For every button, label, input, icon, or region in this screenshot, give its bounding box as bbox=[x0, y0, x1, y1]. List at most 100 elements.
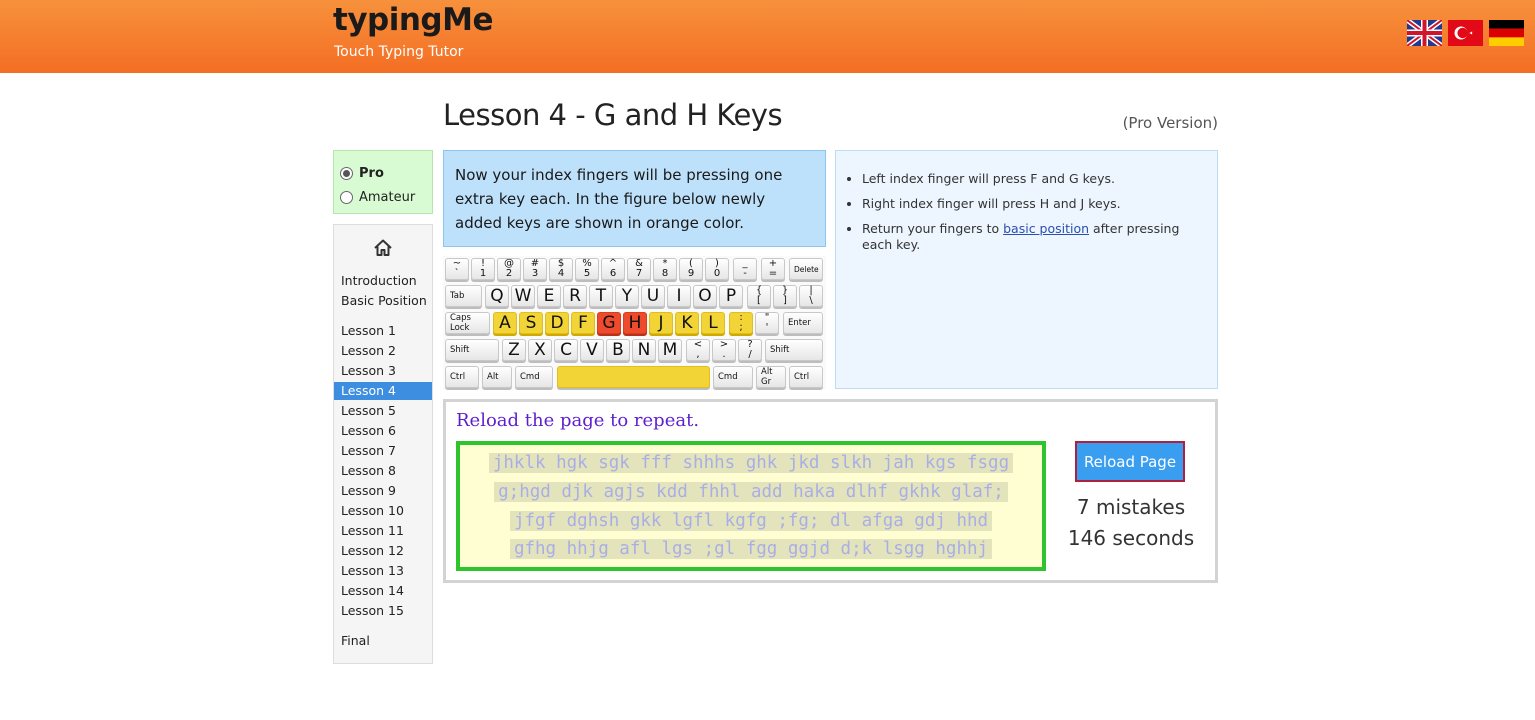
sidebar-item-lesson-9[interactable]: Lesson 9 bbox=[334, 482, 432, 500]
key-caps-lock: Caps Lock bbox=[445, 312, 490, 334]
key-g: G bbox=[597, 312, 621, 334]
sidebar-item-lesson-14[interactable]: Lesson 14 bbox=[334, 582, 432, 600]
key-bracket-right: }] bbox=[773, 285, 797, 307]
elapsed-seconds: 146 seconds bbox=[1067, 526, 1195, 550]
key-h: H bbox=[623, 312, 647, 334]
sidebar-item-basic-position[interactable]: Basic Position bbox=[334, 292, 432, 310]
key-t: T bbox=[589, 285, 613, 307]
key-n: N bbox=[632, 339, 656, 361]
key-m: M bbox=[658, 339, 682, 361]
page-title: Lesson 4 - G and H Keys bbox=[443, 98, 783, 132]
amateur-radio[interactable] bbox=[340, 190, 353, 204]
key-z: Z bbox=[502, 339, 526, 361]
key-shift-left: Shift bbox=[445, 339, 499, 361]
sidebar-item-introduction[interactable]: Introduction bbox=[334, 272, 432, 290]
key-9: (9 bbox=[679, 258, 703, 280]
sidebar-item-lesson-2[interactable]: Lesson 2 bbox=[334, 342, 432, 360]
keyboard-diagram: ~ ` ! 1 @2 #3 $4 % 5 ^ 6 & 7 * 8 (9 ) 0 _ - + = D… bbox=[443, 256, 826, 390]
mode-option-pro[interactable]: Pro bbox=[340, 161, 432, 185]
key-5: % 5 bbox=[575, 258, 599, 280]
tip-item: Right index finger will press H and J ke… bbox=[862, 196, 1203, 212]
key-3: #3 bbox=[523, 258, 547, 280]
sidebar-item-final[interactable]: Final bbox=[334, 632, 432, 650]
pro-version-label: (Pro Version) bbox=[1122, 114, 1218, 132]
sidebar-item-lesson-12[interactable]: Lesson 12 bbox=[334, 542, 432, 560]
key-tab: Tab bbox=[445, 285, 482, 307]
key-r: R bbox=[563, 285, 587, 307]
basic-position-link[interactable]: basic position bbox=[1003, 221, 1089, 236]
sidebar-item-lesson-6[interactable]: Lesson 6 bbox=[334, 422, 432, 440]
reload-page-button[interactable]: Reload Page bbox=[1075, 441, 1185, 482]
tip-item: Left index finger will press F and G key… bbox=[862, 171, 1203, 187]
sidebar-item-lesson-7[interactable]: Lesson 7 bbox=[334, 442, 432, 460]
key-cmd-right: Cmd bbox=[713, 366, 753, 388]
practice-line: gfhg hhjg afl lgs ;gl fgg ggjd d;k lsgg … bbox=[464, 535, 1038, 564]
sidebar-item-lesson-8[interactable]: Lesson 8 bbox=[334, 462, 432, 480]
key-0: ) 0 bbox=[705, 258, 729, 280]
key-delete: Delete bbox=[789, 258, 823, 280]
key-y: Y bbox=[615, 285, 639, 307]
key-p: P bbox=[719, 285, 743, 307]
pro-radio[interactable] bbox=[340, 166, 353, 180]
practice-line: g;hgd djk agjs kdd fhhl add haka dlhf gk… bbox=[464, 478, 1038, 507]
key-minus: _ - bbox=[733, 258, 757, 280]
lesson-tips: Left index finger will press F and G key… bbox=[835, 150, 1218, 389]
sidebar-item-lesson-11[interactable]: Lesson 11 bbox=[334, 522, 432, 540]
sidebar-item-lesson-15[interactable]: Lesson 15 bbox=[334, 602, 432, 620]
sidebar-item-lesson-4[interactable]: Lesson 4 bbox=[334, 382, 432, 400]
key-a: A bbox=[493, 312, 517, 334]
key-ctrl-left: Ctrl bbox=[445, 366, 479, 388]
key-semicolon: :; bbox=[729, 312, 753, 334]
tip-item: Return your fingers to basic position af… bbox=[862, 221, 1203, 253]
tip-text: Return your fingers to bbox=[862, 221, 1004, 236]
turkey-flag-icon[interactable] bbox=[1448, 20, 1483, 46]
sidebar-item-lesson-10[interactable]: Lesson 10 bbox=[334, 502, 432, 520]
key-k: K bbox=[675, 312, 699, 334]
mode-option-label: Amateur bbox=[359, 189, 416, 205]
key-backslash: | \ bbox=[799, 285, 823, 307]
germany-flag-icon[interactable] bbox=[1489, 20, 1524, 46]
key-tilde: ~ ` bbox=[445, 258, 469, 280]
key-x: X bbox=[528, 339, 552, 361]
key-7: & 7 bbox=[627, 258, 651, 280]
key-2: @2 bbox=[497, 258, 521, 280]
sidebar-item-lesson-13[interactable]: Lesson 13 bbox=[334, 562, 432, 580]
practice-panel: Reload the page to repeat. jhklk hgk sgk… bbox=[443, 399, 1218, 583]
key-d: D bbox=[545, 312, 569, 334]
site-header: typingMe Touch Typing Tutor bbox=[0, 0, 1535, 73]
home-icon[interactable] bbox=[372, 237, 394, 259]
lesson-intro: Now your index fingers will be pressing … bbox=[443, 150, 826, 247]
key-f: F bbox=[571, 312, 595, 334]
typing-stats: 7 mistakes 146 seconds bbox=[1056, 492, 1206, 554]
key-8: * 8 bbox=[653, 258, 677, 280]
key-i: I bbox=[667, 285, 691, 307]
key-slash: ? / bbox=[738, 339, 762, 361]
key-alt-gr: Alt Gr bbox=[756, 366, 786, 388]
key-shift-right: Shift bbox=[765, 339, 823, 361]
uk-flag-icon[interactable] bbox=[1407, 20, 1442, 46]
typing-text-area[interactable]: jhklk hgk sgk fff shhhs ghk jkd slkh jah… bbox=[456, 441, 1046, 571]
reload-instruction: Reload the page to repeat. bbox=[456, 410, 700, 431]
sidebar-item-lesson-5[interactable]: Lesson 5 bbox=[334, 402, 432, 420]
key-4: $4 bbox=[549, 258, 573, 280]
site-tagline: Touch Typing Tutor bbox=[334, 44, 464, 60]
key-period: >. bbox=[712, 339, 736, 361]
key-1: ! 1 bbox=[471, 258, 495, 280]
lesson-sidebar: Introduction Basic Position Lesson 1 Les… bbox=[333, 224, 433, 664]
key-u: U bbox=[641, 285, 665, 307]
mode-selector: Pro Amateur bbox=[333, 150, 433, 214]
key-e: E bbox=[537, 285, 561, 307]
key-b: B bbox=[606, 339, 630, 361]
mode-option-amateur[interactable]: Amateur bbox=[340, 185, 432, 209]
key-o: O bbox=[693, 285, 717, 307]
key-space bbox=[557, 366, 710, 388]
key-w: W bbox=[511, 285, 535, 307]
key-6: ^ 6 bbox=[601, 258, 625, 280]
key-equals: + = bbox=[761, 258, 785, 280]
key-s: S bbox=[519, 312, 543, 334]
site-logo[interactable]: typingMe bbox=[333, 2, 493, 38]
key-quote: " ' bbox=[755, 312, 779, 334]
mode-option-label: Pro bbox=[359, 165, 384, 181]
sidebar-item-lesson-3[interactable]: Lesson 3 bbox=[334, 362, 432, 380]
sidebar-item-lesson-1[interactable]: Lesson 1 bbox=[334, 322, 432, 340]
